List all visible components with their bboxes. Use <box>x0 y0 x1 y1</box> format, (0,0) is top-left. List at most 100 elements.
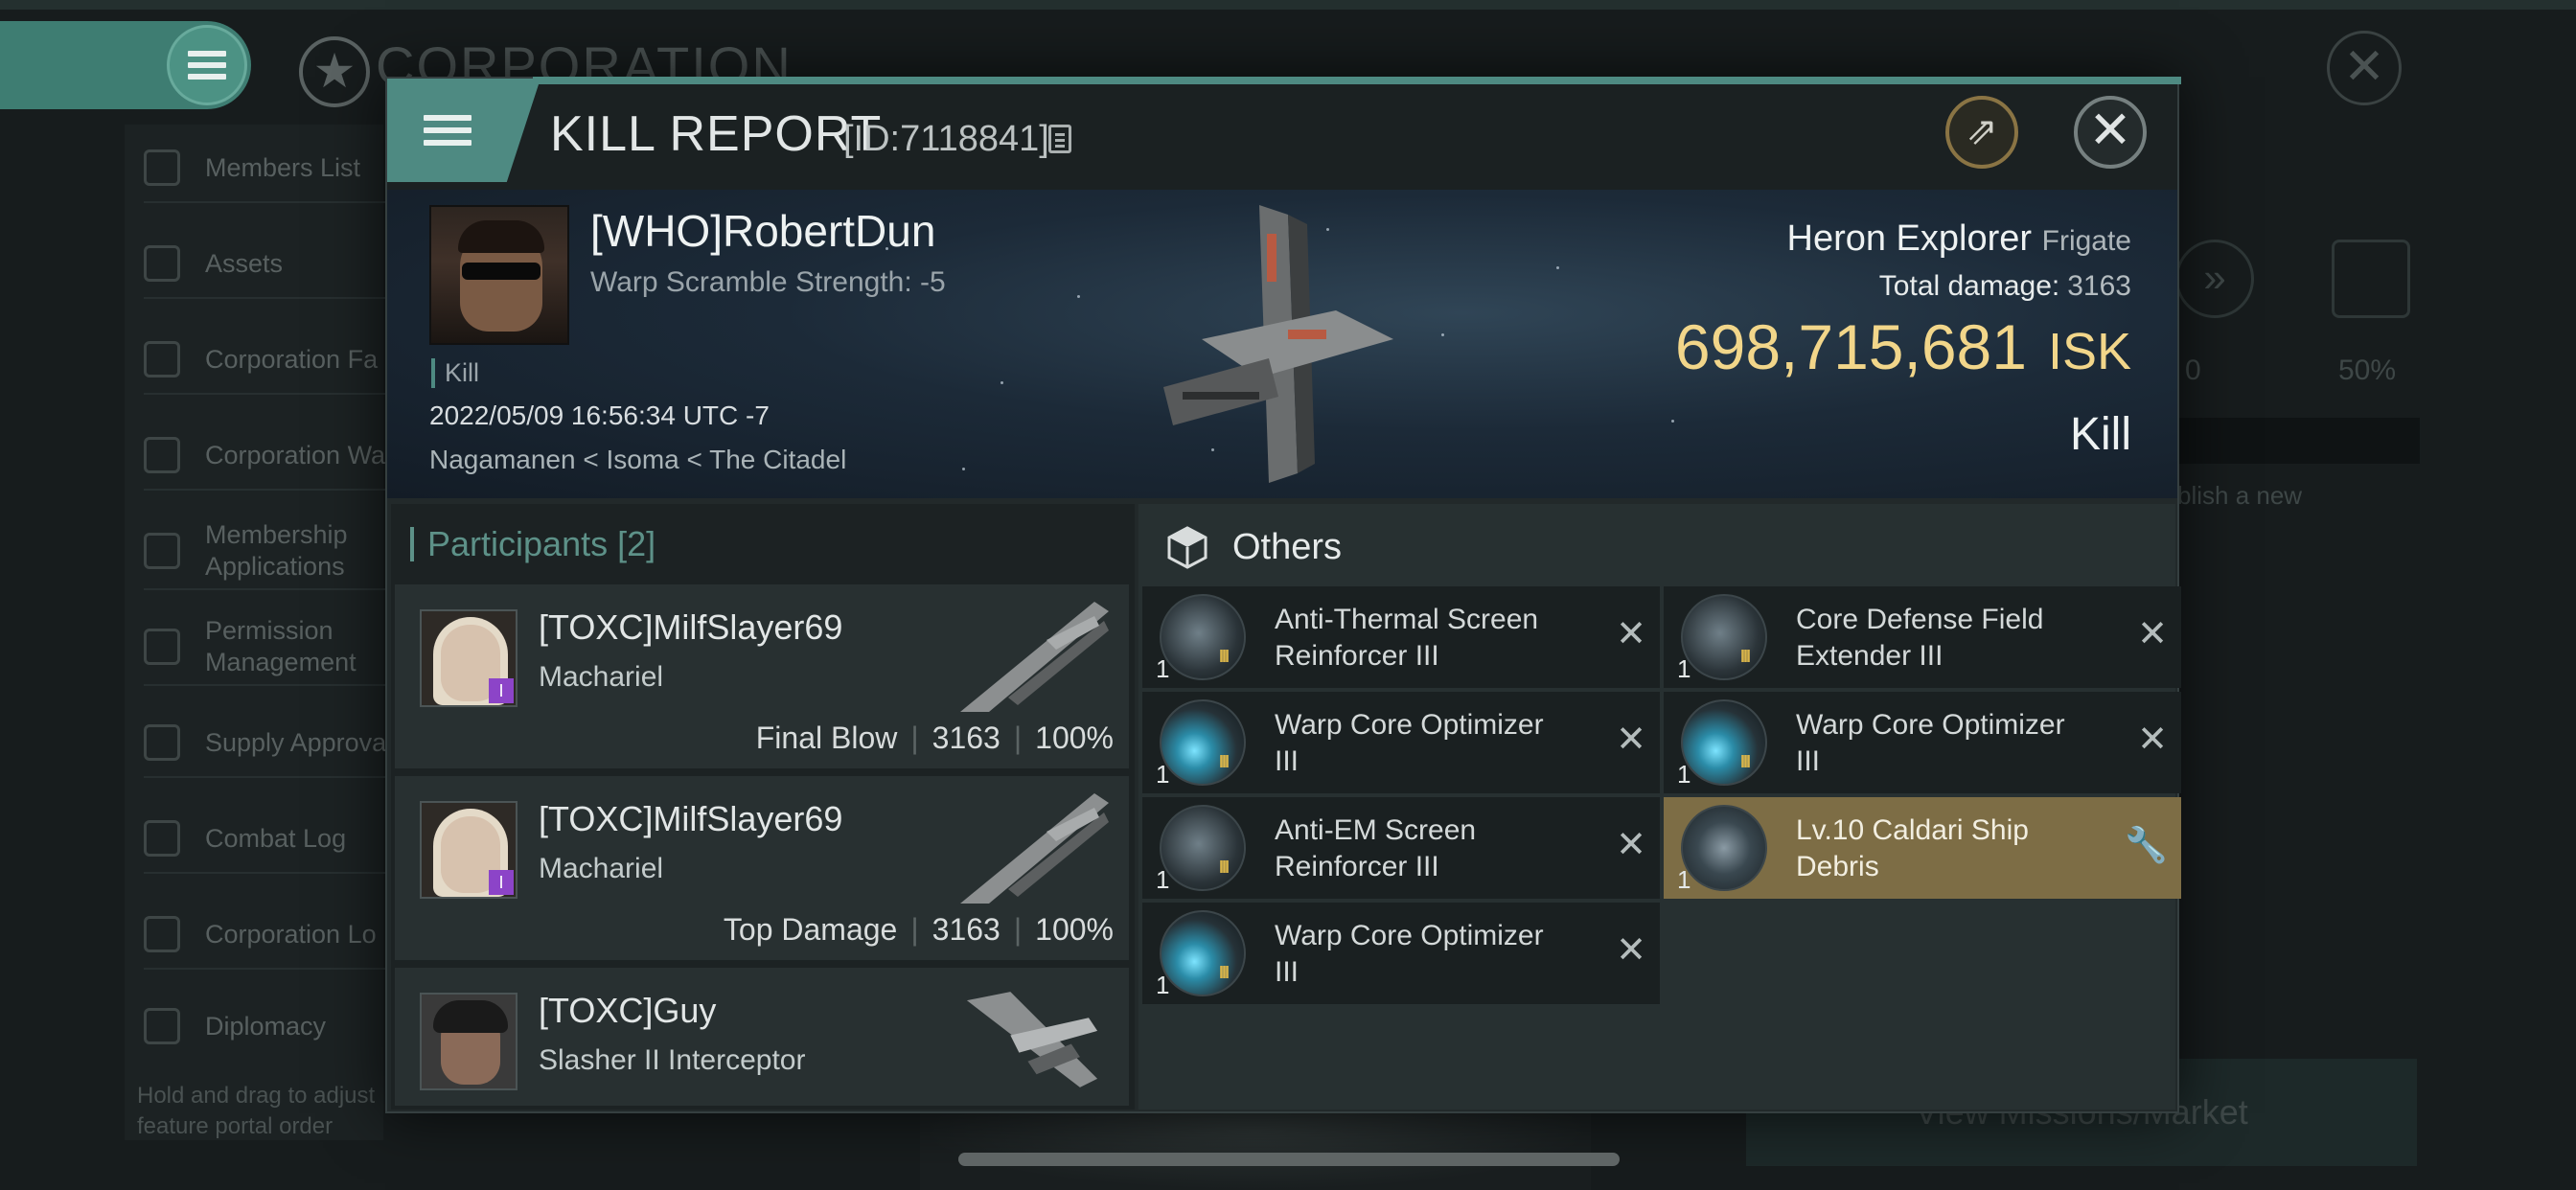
destroyed-x-icon: ✕ <box>1616 614 1646 654</box>
participant-role: Final Blow <box>755 721 898 755</box>
item-tier: III <box>1740 752 1751 771</box>
copy-icon[interactable] <box>1048 125 1071 153</box>
participant-avatar: I <box>420 801 518 899</box>
item-row[interactable]: 1 Lv.10 Caldari Ship Debris 🔧 <box>1664 797 2181 899</box>
total-damage: Total damage: 3163 <box>1879 270 2131 303</box>
sidebar-item-permission-management[interactable]: Permission Management <box>144 609 393 686</box>
item-tier: III <box>1219 963 1230 982</box>
main-menu-button[interactable] <box>0 21 251 109</box>
kill-banner: [WHO]RobertDun Warp Scramble Strength: -… <box>387 190 2177 498</box>
kill-result: Kill <box>2069 409 2131 460</box>
background-external-link-icon[interactable] <box>2332 240 2410 318</box>
kill-tag: Kill <box>431 358 479 388</box>
warp-scramble-strength: Warp Scramble Strength: -5 <box>590 266 946 298</box>
shield-module-icon <box>1160 594 1246 680</box>
supply-icon <box>144 724 180 761</box>
others-panel: Others 1 III Anti-Thermal Screen Reinfor… <box>1138 504 2181 1110</box>
background-hint-text: blish a new <box>2177 481 2303 510</box>
modal-accent-bar <box>533 77 2181 84</box>
sidebar-item-corporation-wallet[interactable]: Corporation Wa <box>144 422 393 491</box>
participant-row[interactable]: I [TOXC]MilfSlayer69 Machariel Top Damag… <box>395 776 1129 960</box>
background-forward-icon[interactable]: » <box>2175 240 2254 318</box>
item-name: Core Defense Field Extender III <box>1796 604 2044 672</box>
participant-stats: Top Damage | 3163 | 100% <box>723 912 1114 947</box>
share-icon: ⇗ <box>1966 110 1998 152</box>
participant-damage: 3163 <box>932 912 1000 947</box>
shield-module-icon <box>1160 805 1246 891</box>
participant-badge: I <box>489 870 514 895</box>
participant-ship-image <box>960 793 1109 904</box>
sidebar-item-membership-applications[interactable]: Membership Applications <box>144 514 393 590</box>
home-indicator <box>958 1153 1620 1166</box>
item-row[interactable]: 1 III Anti-EM Screen Reinforcer III ✕ <box>1142 797 1660 899</box>
destroyed-x-icon: ✕ <box>2137 614 2168 654</box>
victim-avatar[interactable] <box>429 205 569 345</box>
close-button[interactable]: ✕ <box>2074 96 2147 169</box>
share-button[interactable]: ⇗ <box>1945 96 2018 169</box>
participant-avatar: I <box>420 609 518 707</box>
kill-report-modal: KILL REPORT [ID:7118841] ⇗ ✕ [WHO]Robert… <box>385 77 2181 1113</box>
kill-location[interactable]: Nagamanen < Isoma < The Citadel <box>429 445 846 475</box>
sidebar-item-members-list[interactable]: Members List <box>144 134 393 203</box>
combat-log-icon <box>144 820 180 857</box>
item-tier: III <box>1219 858 1230 877</box>
sidebar-item-diplomacy[interactable]: Diplomacy <box>144 995 393 1058</box>
item-name: Warp Core Optimizer III <box>1275 920 1544 988</box>
item-row[interactable]: 1 III Warp Core Optimizer III ✕ <box>1142 903 1660 1004</box>
debris-icon <box>1681 805 1767 891</box>
sidebar-item-assets[interactable]: Assets <box>144 230 393 299</box>
item-row[interactable]: 1 III Core Defense Field Extender III ✕ <box>1664 586 2181 688</box>
shield-module-icon <box>1681 594 1767 680</box>
sidebar-item-corporation-facilities[interactable]: Corporation Fa <box>144 326 393 395</box>
assets-icon <box>144 245 180 282</box>
total-damage-label: Total damage: <box>1878 270 2060 302</box>
victim-ship-image <box>1163 205 1393 483</box>
kill-datetime: 2022/05/09 16:56:34 UTC -7 <box>429 400 770 430</box>
participants-count: [2] <box>617 524 656 563</box>
destroyed-x-icon: ✕ <box>1616 825 1646 865</box>
warp-core-icon <box>1160 699 1246 786</box>
sidebar-item-corporation-log[interactable]: Corporation Lo <box>144 901 393 970</box>
item-quantity: 1 <box>1156 971 1170 999</box>
item-tier: III <box>1219 647 1230 666</box>
participant-row[interactable]: I [TOXC]MilfSlayer69 Machariel Final Blo… <box>395 584 1129 768</box>
participant-row[interactable]: [TOXC]Guy Slasher II Interceptor <box>395 968 1129 1106</box>
participant-role: Top Damage <box>723 912 898 947</box>
warp-core-icon <box>1681 699 1767 786</box>
ship-class: Frigate <box>2041 225 2131 257</box>
sidebar-item-combat-log[interactable]: Combat Log <box>144 805 393 874</box>
corporation-star-icon: ★ <box>299 36 370 107</box>
item-tier: III <box>1219 752 1230 771</box>
victim-name[interactable]: [WHO]RobertDun <box>590 205 935 257</box>
participant-name: [TOXC]Guy <box>539 991 717 1030</box>
destroyed-x-icon: ✕ <box>1616 720 1646 760</box>
item-row[interactable]: 1 III Warp Core Optimizer III ✕ <box>1664 692 2181 793</box>
item-name: Anti-Thermal Screen Reinforcer III <box>1275 604 1539 672</box>
participant-percent: 100% <box>1035 912 1114 947</box>
item-quantity: 1 <box>1156 865 1170 894</box>
others-title: Others <box>1232 526 1343 567</box>
participant-stats: Final Blow | 3163 | 100% <box>755 721 1114 755</box>
item-name: Warp Core Optimizer III <box>1796 709 2065 777</box>
background-value-2: 50% <box>2338 355 2397 386</box>
members-icon <box>144 149 180 186</box>
participant-ship: Machariel <box>539 853 664 884</box>
background-close-icon[interactable]: ✕ <box>2327 31 2402 105</box>
hamburger-icon <box>424 108 472 152</box>
participant-avatar <box>420 993 518 1090</box>
sidebar-item-supply-approval[interactable]: Supply Approva <box>144 709 393 778</box>
others-header: Others <box>1165 525 1342 569</box>
item-quantity: 1 <box>1156 654 1170 683</box>
ship-name-text[interactable]: Heron Explorer <box>1787 218 2033 259</box>
participants-title: Participants <box>427 524 609 563</box>
cube-icon <box>1167 526 1208 569</box>
participant-name: [TOXC]MilfSlayer69 <box>539 607 843 647</box>
participant-percent: 100% <box>1035 721 1114 755</box>
facilities-icon <box>144 341 180 378</box>
item-row[interactable]: 1 III Anti-Thermal Screen Reinforcer III… <box>1142 586 1660 688</box>
item-row[interactable]: 1 III Warp Core Optimizer III ✕ <box>1142 692 1660 793</box>
participants-header: Participants [2] <box>410 527 656 561</box>
item-name: Anti-EM Screen Reinforcer III <box>1275 814 1477 882</box>
destroyed-x-icon: ✕ <box>1616 930 1646 971</box>
isk-value: 698,715,681 ISK <box>1675 310 2131 383</box>
